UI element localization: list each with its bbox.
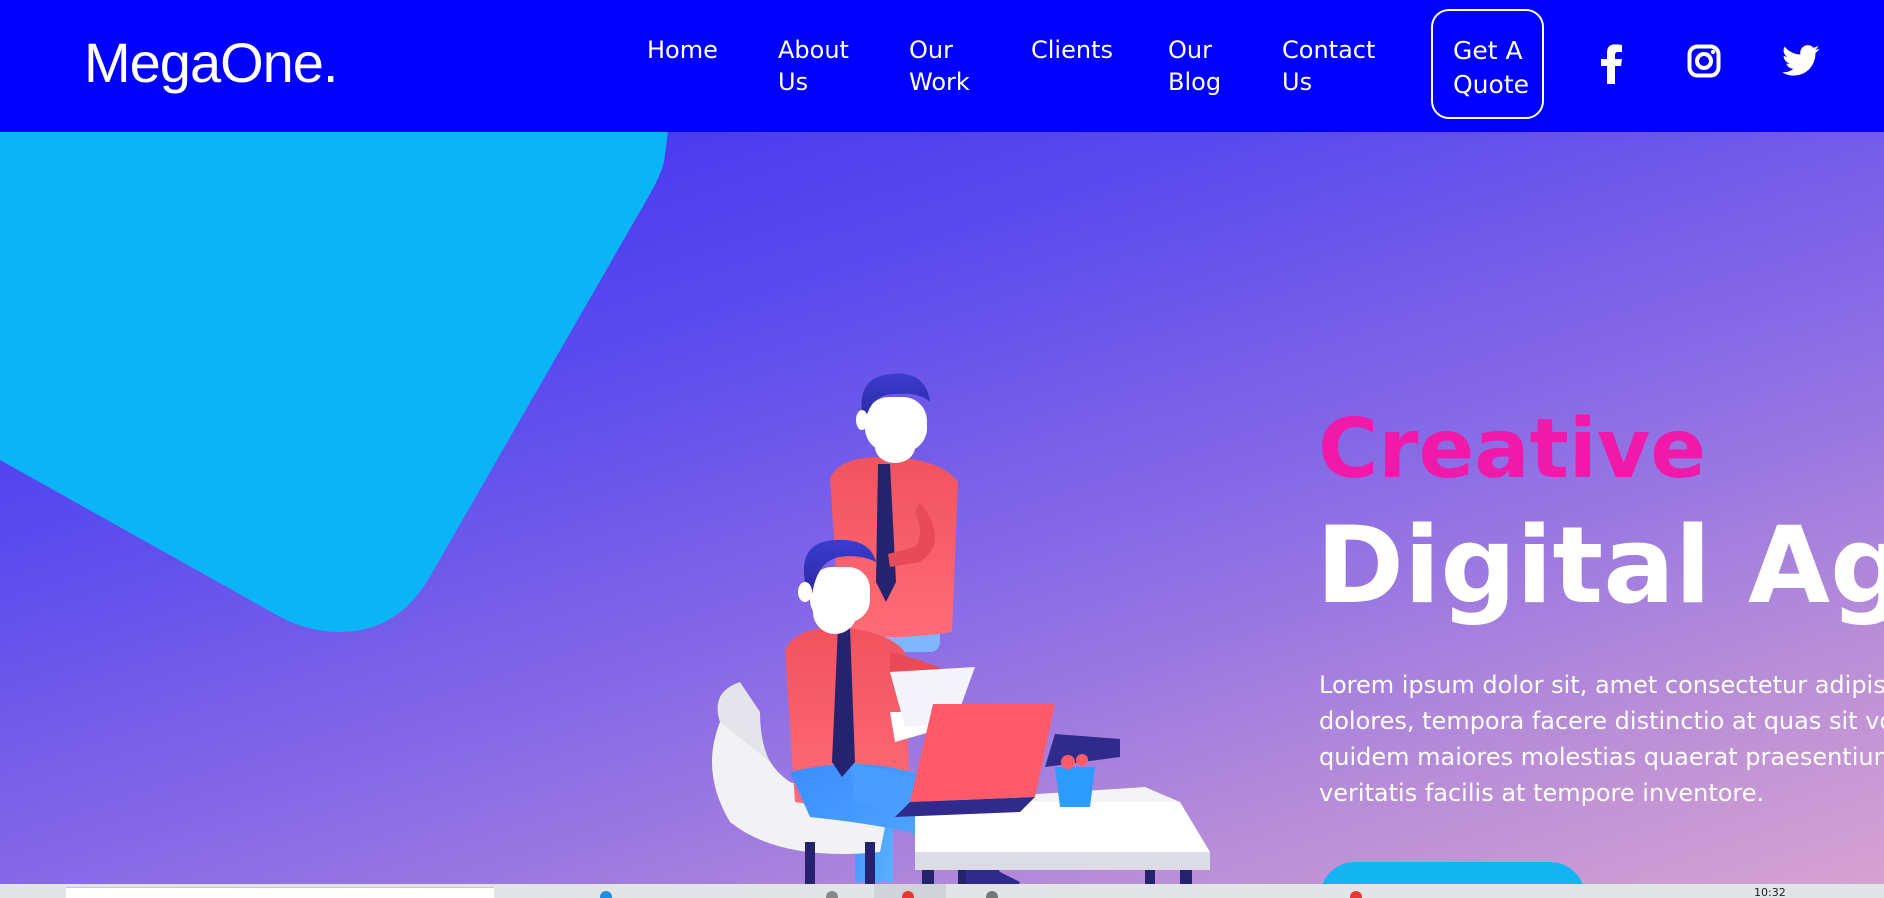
facebook-icon[interactable] [1596, 44, 1626, 88]
nav-work-label-1: Our [909, 36, 953, 64]
hero-description: Lorem ipsum dolor sit, amet consectetur … [1319, 667, 1884, 811]
nav-home-label: Home [647, 36, 718, 64]
top-navbar: MegaOne. Home About Us Our Work Clients … [0, 0, 1884, 132]
brand-logo[interactable]: MegaOne. [84, 30, 338, 95]
taskbar-search-box[interactable] [66, 887, 494, 898]
taskbar-app-icon[interactable] [600, 891, 612, 898]
twitter-icon[interactable] [1782, 44, 1820, 82]
hero-headline: Digital Age [1316, 504, 1884, 627]
nav-about-label-2: Us [778, 68, 809, 96]
hero-cta-button[interactable] [1320, 862, 1585, 884]
nav-our-blog[interactable]: Our Blog [1168, 34, 1221, 98]
taskbar-app-icon[interactable] [826, 891, 838, 898]
nav-home[interactable]: Home [647, 34, 718, 66]
taskbar-app-icon[interactable] [1350, 891, 1362, 898]
nav-contact-label-2: Us [1282, 68, 1313, 96]
hero-description-line: quidem maiores molestias quaerat praesen… [1319, 743, 1884, 771]
taskbar-clock: 10:32 [1754, 886, 1786, 898]
nav-about-us[interactable]: About Us [778, 34, 849, 98]
hero-description-line: dolores, tempora facere distinctio at qu… [1319, 707, 1884, 735]
nav-contact-label-1: Contact [1282, 36, 1376, 64]
nav-clients[interactable]: Clients [1031, 34, 1113, 66]
os-taskbar: 10:32 [0, 884, 1884, 898]
nav-about-label-1: About [778, 36, 849, 64]
taskbar-app-icon[interactable] [902, 891, 914, 898]
nav-clients-label: Clients [1031, 36, 1113, 64]
nav-work-label-2: Work [909, 68, 970, 96]
hero-section: Creative Digital Age Lorem ipsum dolor s… [0, 132, 1884, 884]
hero-eyebrow: Creative [1318, 402, 1706, 497]
instagram-icon[interactable] [1687, 44, 1721, 82]
nav-blog-label-1: Our [1168, 36, 1212, 64]
hero-description-line: veritatis facilis at tempore inventore. [1319, 779, 1765, 807]
nav-our-work[interactable]: Our Work [909, 34, 970, 98]
quote-label-2: Quote [1453, 70, 1530, 99]
nav-blog-label-2: Blog [1168, 68, 1222, 96]
team-working-illustration [712, 373, 1210, 884]
decorative-blob-shape [0, 132, 668, 632]
taskbar-app-icon[interactable] [986, 891, 998, 898]
get-a-quote-button[interactable]: Get A Quote [1431, 9, 1544, 119]
nav-contact-us[interactable]: Contact Us [1282, 34, 1375, 98]
hero-description-line: Lorem ipsum dolor sit, amet consectetur … [1319, 671, 1884, 699]
quote-label-1: Get A [1453, 36, 1523, 65]
